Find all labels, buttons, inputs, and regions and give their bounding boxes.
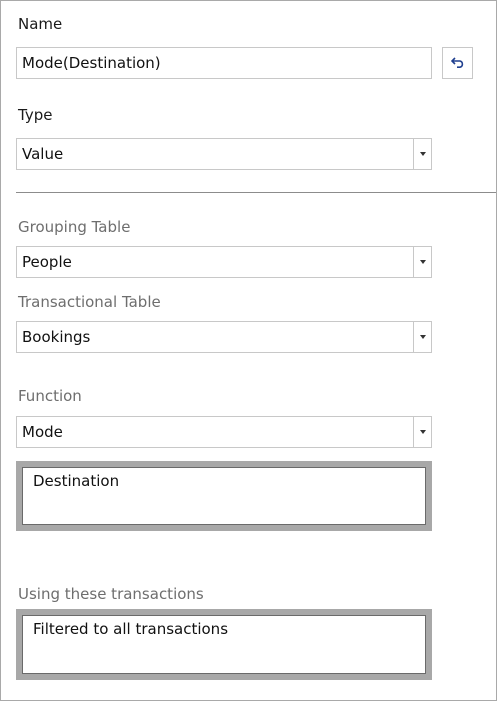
undo-button[interactable] (442, 47, 473, 79)
transactional-table-label: Transactional Table (18, 293, 161, 311)
function-label: Function (18, 387, 82, 405)
chevron-down-icon (419, 430, 426, 434)
transactions-filter-text: Filtered to all transactions (22, 615, 426, 674)
name-input[interactable]: Mode(Destination) (16, 47, 432, 79)
dropdown-arrow-button[interactable] (413, 139, 431, 169)
transactions-filter-box[interactable]: Filtered to all transactions (16, 609, 432, 680)
grouping-table-label: Grouping Table (18, 218, 131, 236)
chevron-down-icon (419, 335, 426, 339)
dropdown-arrow-button[interactable] (413, 247, 431, 277)
grouping-table-dropdown[interactable]: People (16, 246, 432, 278)
properties-panel: Name Mode(Destination) Type Value Groupi… (0, 0, 497, 701)
transactions-label: Using these transactions (18, 585, 204, 603)
function-dropdown[interactable]: Mode (16, 416, 432, 448)
chevron-down-icon (419, 152, 426, 156)
transactional-table-value: Bookings (22, 328, 91, 346)
dropdown-arrow-button[interactable] (413, 417, 431, 447)
dropdown-arrow-button[interactable] (413, 322, 431, 352)
type-label: Type (18, 106, 53, 124)
section-divider (16, 192, 496, 193)
function-field-box[interactable]: Destination (16, 461, 432, 531)
grouping-table-value: People (22, 253, 72, 271)
name-label: Name (18, 15, 63, 33)
type-dropdown-value: Value (22, 145, 64, 163)
chevron-down-icon (419, 260, 426, 264)
function-value: Mode (22, 423, 63, 441)
undo-icon (450, 54, 465, 72)
type-dropdown[interactable]: Value (16, 138, 432, 170)
transactional-table-dropdown[interactable]: Bookings (16, 321, 432, 353)
function-field-text: Destination (22, 467, 426, 525)
